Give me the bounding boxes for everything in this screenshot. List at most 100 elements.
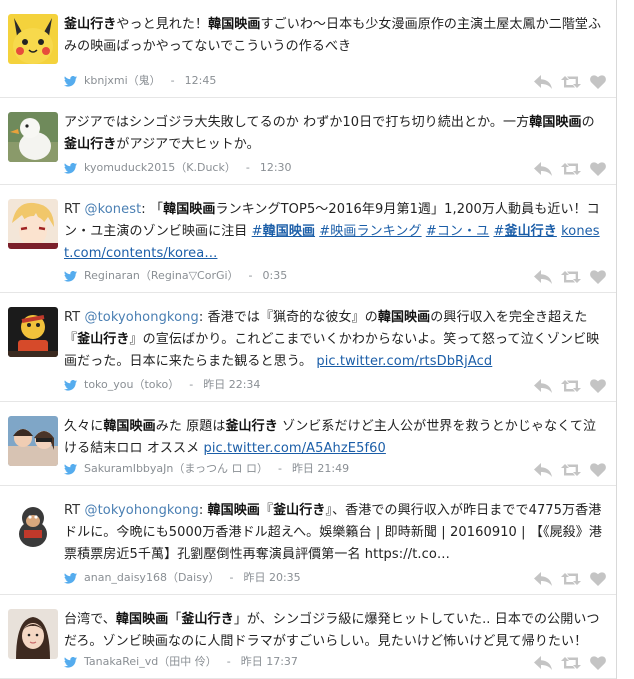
like-heart-icon [590, 75, 606, 89]
like-button[interactable] [590, 162, 606, 176]
avatar[interactable] [8, 609, 58, 659]
twitter-bird-icon [64, 463, 77, 475]
tweet-link[interactable]: #コン・ユ [426, 224, 489, 239]
reply-icon [534, 656, 552, 670]
retweet-button[interactable] [561, 270, 581, 284]
like-button[interactable] [590, 270, 606, 284]
tweet-actions [534, 379, 606, 393]
reply-button[interactable] [534, 379, 552, 393]
username[interactable]: Reginaran [84, 269, 140, 283]
highlight-keyword: 韓国映画 [377, 310, 431, 325]
tweet-text-segment: RT [64, 310, 85, 325]
tweet-text-segment: 『 [259, 503, 274, 518]
retweet-button[interactable] [561, 162, 581, 176]
avatar-image [8, 14, 58, 64]
like-heart-icon [590, 572, 606, 586]
reply-button[interactable] [534, 75, 552, 89]
tweet-card: RT @konest: 「韓国映画ランキングTOP5～2016年9月第1週」1,… [0, 185, 616, 293]
retweet-button[interactable] [561, 75, 581, 89]
username[interactable]: kyomuduck2015 [84, 161, 175, 175]
tweet-meta: TanakaRei_vd （田中 伶） - 昨日 17:37 [64, 655, 298, 669]
like-button[interactable] [590, 656, 606, 670]
highlight-keyword: 釜山行き [225, 419, 278, 434]
tweet-feed: 釜山行きやっと見れた！韓国映画すごいわ〜日本も少女漫画原作の主演土屋太鳳か二階堂… [0, 0, 617, 679]
tweet-link[interactable]: #映画ランキング [319, 224, 421, 239]
like-heart-icon [590, 463, 606, 477]
username[interactable]: anan_daisy168 [84, 571, 167, 585]
timestamp[interactable]: 0:35 [263, 269, 288, 283]
like-button[interactable] [590, 379, 606, 393]
tweet-body: 釜山行きやっと見れた！韓国映画すごいわ〜日本も少女漫画原作の主演土屋太鳳か二階堂… [64, 14, 606, 58]
avatar[interactable] [8, 416, 58, 466]
reply-button[interactable] [534, 656, 552, 670]
reply-icon [534, 75, 552, 89]
tweet-body: RT @tokyohongkong: 韓国映画『釜山行き』、香港での興行収入が昨… [64, 500, 606, 566]
timestamp[interactable]: 昨日 22:34 [203, 378, 260, 392]
retweet-icon [561, 657, 581, 669]
like-heart-icon [590, 656, 606, 670]
reply-button[interactable] [534, 572, 552, 586]
retweet-icon [561, 76, 581, 88]
tweet-text: アジアではシンゴジラ大失敗してるのか わずか10日で打ち切り続出とか。一方韓国映… [64, 112, 606, 156]
avatar-image [8, 112, 58, 162]
tweet-meta: anan_daisy168 （Daisy） - 昨日 20:35 [64, 571, 301, 585]
tweet-body: アジアではシンゴジラ大失敗してるのか わずか10日で打ち切り続出とか。一方韓国映… [64, 112, 606, 156]
avatar[interactable] [8, 199, 58, 249]
reply-button[interactable] [534, 270, 552, 284]
tweet-text: 久々に韓国映画みた 原題は釜山行き ゾンビ系だけど主人公が世界を救うとかじゃなく… [64, 416, 606, 460]
username[interactable]: TanakaRei_vd [84, 655, 158, 669]
timestamp[interactable]: 昨日 20:35 [243, 571, 300, 585]
tweet-link[interactable]: 釜山行き [504, 224, 556, 239]
like-button[interactable] [590, 463, 606, 477]
tweet-link[interactable]: 韓国映画 [263, 224, 315, 239]
tweet-actions [534, 572, 606, 586]
username[interactable]: toko_you [84, 378, 133, 392]
tweet-meta: toko_you （toko） - 昨日 22:34 [64, 378, 260, 392]
display-name: （田中 伶） [158, 655, 217, 668]
retweet-button[interactable] [561, 463, 581, 477]
like-button[interactable] [590, 572, 606, 586]
tweet-meta: kbnjxmi （鬼） -12:45 [64, 74, 216, 88]
tweet-actions [534, 463, 606, 477]
tweet-text-segment: 台湾で、 [64, 612, 116, 627]
username[interactable]: SakuramIbbyaJn [84, 462, 173, 476]
tweet-text-segment: みた 原題は [155, 419, 226, 434]
reply-icon [534, 270, 552, 284]
timestamp[interactable]: 昨日 21:49 [292, 462, 349, 476]
timestamp[interactable]: 12:30 [260, 161, 292, 175]
tweet-actions [534, 162, 606, 176]
tweet-text-segment: 「 [168, 612, 182, 627]
highlight-keyword: 釜山行き [64, 17, 117, 32]
retweet-button[interactable] [561, 379, 581, 393]
retweet-button[interactable] [561, 572, 581, 586]
avatar[interactable] [8, 14, 58, 64]
retweet-button[interactable] [561, 656, 581, 670]
highlight-keyword: 釜山行き [64, 137, 117, 152]
separator: - [248, 269, 253, 282]
tweet-link[interactable]: pic.twitter.com/A5AhzE5f60 [203, 441, 385, 456]
tweet-text-segment: がアジアで大ヒットか。 [116, 137, 260, 152]
tweet-text-segment: の [581, 115, 595, 130]
avatar[interactable] [8, 112, 58, 162]
avatar-image [8, 500, 58, 550]
retweet-icon [561, 380, 581, 392]
like-button[interactable] [590, 75, 606, 89]
reply-button[interactable] [534, 162, 552, 176]
twitter-bird-icon [64, 572, 77, 584]
separator: - [229, 571, 234, 584]
mention-link[interactable]: @konest [84, 202, 141, 217]
retweet-icon [561, 464, 581, 476]
reply-button[interactable] [534, 463, 552, 477]
tweet-text-segment: RT [64, 202, 85, 217]
username[interactable]: kbnjxmi [84, 74, 128, 88]
mention-link[interactable]: @tokyohongkong [84, 503, 198, 518]
avatar[interactable] [8, 307, 58, 357]
avatar[interactable] [8, 500, 58, 550]
tweet-link[interactable]: # [252, 224, 263, 239]
tweet-card: アジアではシンゴジラ大失敗してるのか わずか10日で打ち切り続出とか。一方韓国映… [0, 98, 616, 185]
timestamp[interactable]: 12:45 [185, 74, 217, 88]
mention-link[interactable]: @tokyohongkong [84, 310, 198, 325]
tweet-link[interactable]: # [493, 224, 504, 239]
tweet-link[interactable]: pic.twitter.com/rtsDbRjAcd [316, 354, 492, 369]
timestamp[interactable]: 昨日 17:37 [241, 655, 298, 669]
